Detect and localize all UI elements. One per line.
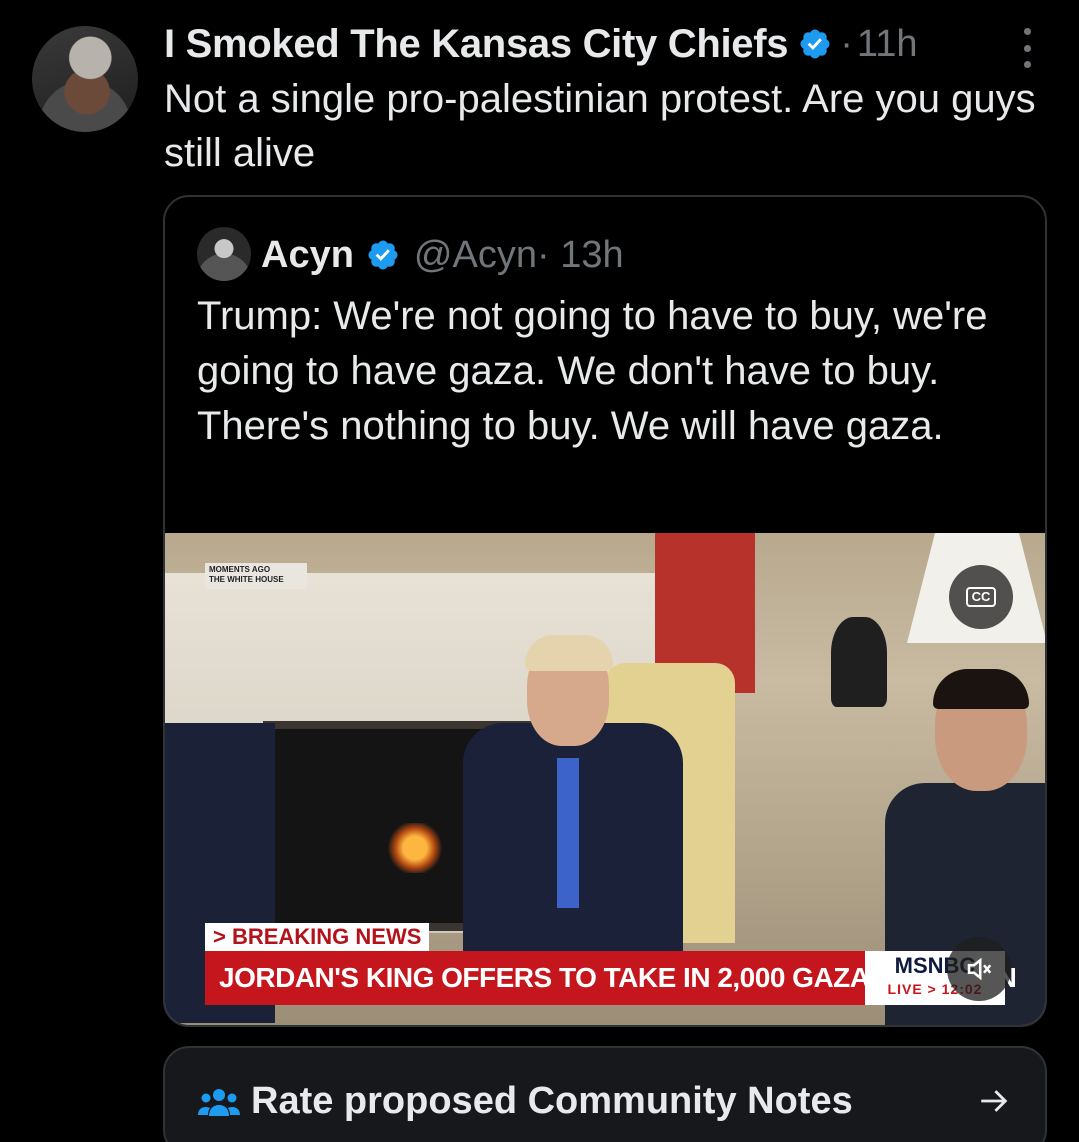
post-time[interactable]: 11h bbox=[857, 23, 918, 66]
cc-icon: CC bbox=[965, 587, 997, 607]
time-separator: · bbox=[840, 22, 853, 65]
post-header: I Smoked The Kansas City Chiefs · 11h bbox=[164, 20, 917, 68]
quote-time: · 13h bbox=[536, 233, 624, 276]
mute-button[interactable] bbox=[947, 937, 1011, 1001]
quote-author-avatar[interactable] bbox=[197, 227, 251, 281]
volume-muted-icon bbox=[967, 957, 992, 981]
overlay-line-1: MOMENTS AGO bbox=[209, 565, 271, 574]
post-text: Not a single pro-palestinian protest. Ar… bbox=[164, 77, 1036, 175]
quote-text: Trump: We're not going to have to buy, w… bbox=[197, 294, 988, 448]
news-headline: JORDAN'S KING OFFERS TO TAKE IN 2,000 GA… bbox=[205, 951, 1017, 1005]
post-card[interactable]: I Smoked The Kansas City Chiefs · 11h No… bbox=[0, 0, 1079, 1142]
verified-badge-icon bbox=[800, 29, 830, 59]
more-options-icon[interactable] bbox=[1012, 28, 1042, 68]
author-name[interactable]: I Smoked The Kansas City Chiefs bbox=[164, 22, 789, 67]
community-notes-bar[interactable]: Rate proposed Community Notes bbox=[163, 1046, 1047, 1142]
quoted-post[interactable]: Acyn @Acyn · 13h Trump: We're not going … bbox=[163, 195, 1047, 1027]
quote-author-name[interactable]: Acyn bbox=[261, 234, 354, 277]
video-player[interactable]: MOMENTS AGO THE WHITE HOUSE CC > BREAKIN… bbox=[165, 533, 1045, 1025]
overlay-line-2: THE WHITE HOUSE bbox=[209, 575, 284, 584]
quote-header: Acyn @Acyn · 13h bbox=[261, 227, 624, 283]
quote-author-handle: @Acyn bbox=[413, 233, 537, 276]
verified-badge-icon bbox=[368, 240, 398, 270]
breaking-news-label: > BREAKING NEWS bbox=[205, 923, 430, 951]
video-location-overlay: MOMENTS AGO THE WHITE HOUSE bbox=[205, 563, 307, 589]
arrow-right-icon[interactable] bbox=[977, 1084, 1011, 1118]
community-notes-label: Rate proposed Community Notes bbox=[251, 1080, 853, 1122]
author-avatar[interactable] bbox=[32, 26, 138, 132]
people-icon bbox=[198, 1089, 240, 1116]
captions-button[interactable]: CC bbox=[949, 565, 1013, 629]
